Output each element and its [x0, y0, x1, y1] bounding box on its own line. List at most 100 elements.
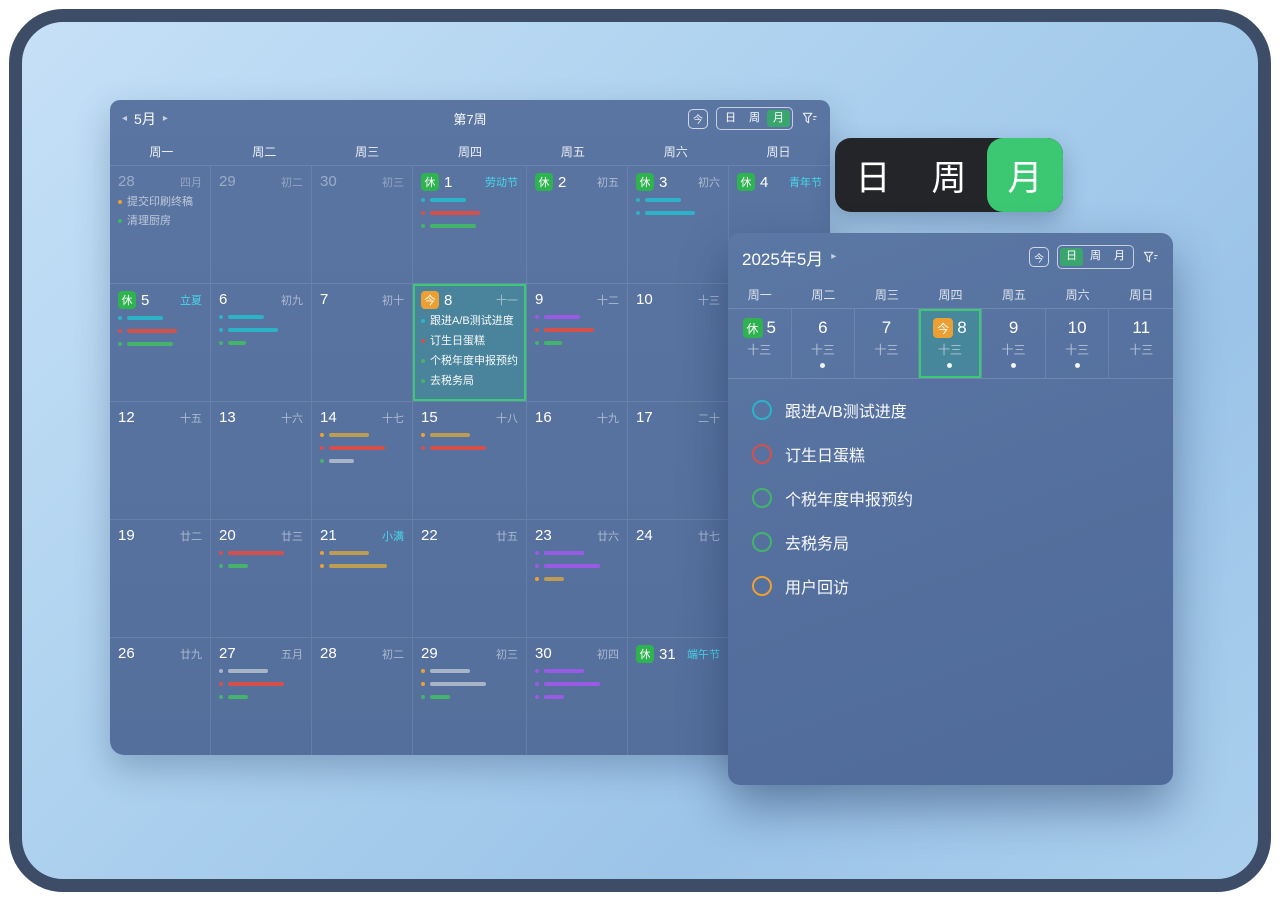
day-cell[interactable]: 16十九	[527, 401, 628, 519]
day-cell[interactable]: 休1劳动节	[413, 165, 527, 283]
today-button[interactable]: 今	[688, 109, 708, 129]
panel-day-cell[interactable]: 7十三	[855, 309, 919, 378]
task-checkbox-circle[interactable]	[752, 532, 772, 552]
day-cell[interactable]: 14十七	[312, 401, 413, 519]
day-cell[interactable]: 休31端午节	[628, 637, 729, 755]
day-cell[interactable]: 24廿七	[628, 519, 729, 637]
event-bar-item[interactable]	[421, 681, 518, 687]
event-bar-item[interactable]	[535, 340, 619, 346]
day-cell[interactable]: 28四月提交印刷终稿清理厨房	[110, 165, 211, 283]
prev-month-arrow-icon[interactable]: ◂	[122, 114, 127, 124]
event-bar-item[interactable]	[219, 668, 303, 674]
view-option-月[interactable]: 月	[1108, 248, 1131, 265]
task-item[interactable]: 订生日蛋糕	[752, 442, 1149, 466]
zoom-view-option-月[interactable]: 月	[987, 138, 1063, 212]
panel-day-cell[interactable]: 11十三	[1109, 309, 1173, 378]
zoom-view-option-日[interactable]: 日	[835, 138, 911, 212]
event-bar-item[interactable]	[118, 341, 202, 347]
day-cell[interactable]: 30初四	[527, 637, 628, 755]
event-item[interactable]: 去税务局	[421, 375, 518, 387]
panel-today-button[interactable]: 今	[1029, 247, 1049, 267]
event-bar-item[interactable]	[535, 694, 619, 700]
event-bar-item[interactable]	[118, 315, 202, 321]
day-cell[interactable]: 今8十一跟进A/B测试进度订生日蛋糕个税年度申报预约去税务局	[413, 283, 527, 401]
day-cell[interactable]: 10十三	[628, 283, 729, 401]
event-bar-item[interactable]	[219, 327, 303, 333]
event-item[interactable]: 个税年度申报预约	[421, 355, 518, 367]
event-item[interactable]: 订生日蛋糕	[421, 335, 518, 347]
day-cell[interactable]: 21小满	[312, 519, 413, 637]
task-item[interactable]: 去税务局	[752, 530, 1149, 554]
task-checkbox-circle[interactable]	[752, 400, 772, 420]
event-bar-item[interactable]	[320, 563, 404, 569]
view-option-日[interactable]: 日	[719, 110, 742, 127]
panel-day-cell[interactable]: 今8十三	[919, 309, 983, 378]
view-toggle[interactable]: 日周月	[716, 107, 793, 130]
day-cell[interactable]: 17二十	[628, 401, 729, 519]
event-bar-item[interactable]	[219, 314, 303, 320]
event-bar-item[interactable]	[535, 576, 619, 582]
view-option-周[interactable]: 周	[1084, 248, 1107, 265]
event-bar-item[interactable]	[320, 550, 404, 556]
day-cell[interactable]: 6初九	[211, 283, 312, 401]
day-cell[interactable]: 休3初六	[628, 165, 729, 283]
day-cell[interactable]: 30初三	[312, 165, 413, 283]
event-bar-item[interactable]	[219, 563, 303, 569]
event-bar-item[interactable]	[535, 327, 619, 333]
event-bar-item[interactable]	[421, 668, 518, 674]
day-cell[interactable]: 13十六	[211, 401, 312, 519]
event-bar-item[interactable]	[421, 445, 518, 451]
event-bar-item[interactable]	[421, 223, 518, 229]
panel-day-cell[interactable]: 10十三	[1046, 309, 1110, 378]
day-cell[interactable]: 20廿三	[211, 519, 312, 637]
event-bar-item[interactable]	[535, 314, 619, 320]
task-checkbox-circle[interactable]	[752, 444, 772, 464]
event-bar-item[interactable]	[535, 550, 619, 556]
day-cell[interactable]: 12十五	[110, 401, 211, 519]
view-option-月[interactable]: 月	[767, 110, 790, 127]
event-bar-item[interactable]	[219, 550, 303, 556]
panel-view-toggle[interactable]: 日周月	[1057, 245, 1134, 268]
task-checkbox-circle[interactable]	[752, 576, 772, 596]
event-bar-item[interactable]	[421, 694, 518, 700]
zoom-view-option-周[interactable]: 周	[911, 138, 987, 212]
view-option-周[interactable]: 周	[743, 110, 766, 127]
day-cell[interactable]: 7初十	[312, 283, 413, 401]
day-cell[interactable]: 22廿五	[413, 519, 527, 637]
day-cell[interactable]: 休2初五	[527, 165, 628, 283]
event-bar-item[interactable]	[320, 445, 404, 451]
event-bar-item[interactable]	[421, 432, 518, 438]
day-cell[interactable]: 29初二	[211, 165, 312, 283]
event-bar-item[interactable]	[320, 458, 404, 464]
task-item[interactable]: 个税年度申报预约	[752, 486, 1149, 510]
filter-icon[interactable]	[801, 110, 818, 127]
event-bar-item[interactable]	[535, 563, 619, 569]
day-cell[interactable]: 23廿六	[527, 519, 628, 637]
panel-day-cell[interactable]: 9十三	[982, 309, 1046, 378]
day-cell[interactable]: 休5立夏	[110, 283, 211, 401]
day-cell[interactable]: 26廿九	[110, 637, 211, 755]
event-bar-item[interactable]	[535, 681, 619, 687]
panel-filter-icon[interactable]	[1142, 249, 1159, 266]
event-bar-item[interactable]	[118, 328, 202, 334]
event-bar-item[interactable]	[535, 668, 619, 674]
day-cell[interactable]: 9十二	[527, 283, 628, 401]
panel-day-cell[interactable]: 休5十三	[728, 309, 792, 378]
event-bar-item[interactable]	[219, 340, 303, 346]
event-bar-item[interactable]	[219, 681, 303, 687]
event-bar-item[interactable]	[421, 210, 518, 216]
event-bar-item[interactable]	[320, 432, 404, 438]
task-item[interactable]: 跟进A/B测试进度	[752, 398, 1149, 422]
day-cell[interactable]: 15十八	[413, 401, 527, 519]
next-month-arrow-icon[interactable]: ▸	[163, 114, 168, 124]
event-bar-item[interactable]	[219, 694, 303, 700]
panel-next-arrow-icon[interactable]: ▸	[831, 252, 836, 262]
event-item[interactable]: 跟进A/B测试进度	[421, 315, 518, 327]
day-cell[interactable]: 27五月	[211, 637, 312, 755]
event-bar-item[interactable]	[636, 210, 720, 216]
task-checkbox-circle[interactable]	[752, 488, 772, 508]
day-cell[interactable]: 28初二	[312, 637, 413, 755]
panel-day-cell[interactable]: 6十三	[792, 309, 856, 378]
event-bar-item[interactable]	[421, 197, 518, 203]
event-item[interactable]: 清理厨房	[118, 215, 202, 227]
